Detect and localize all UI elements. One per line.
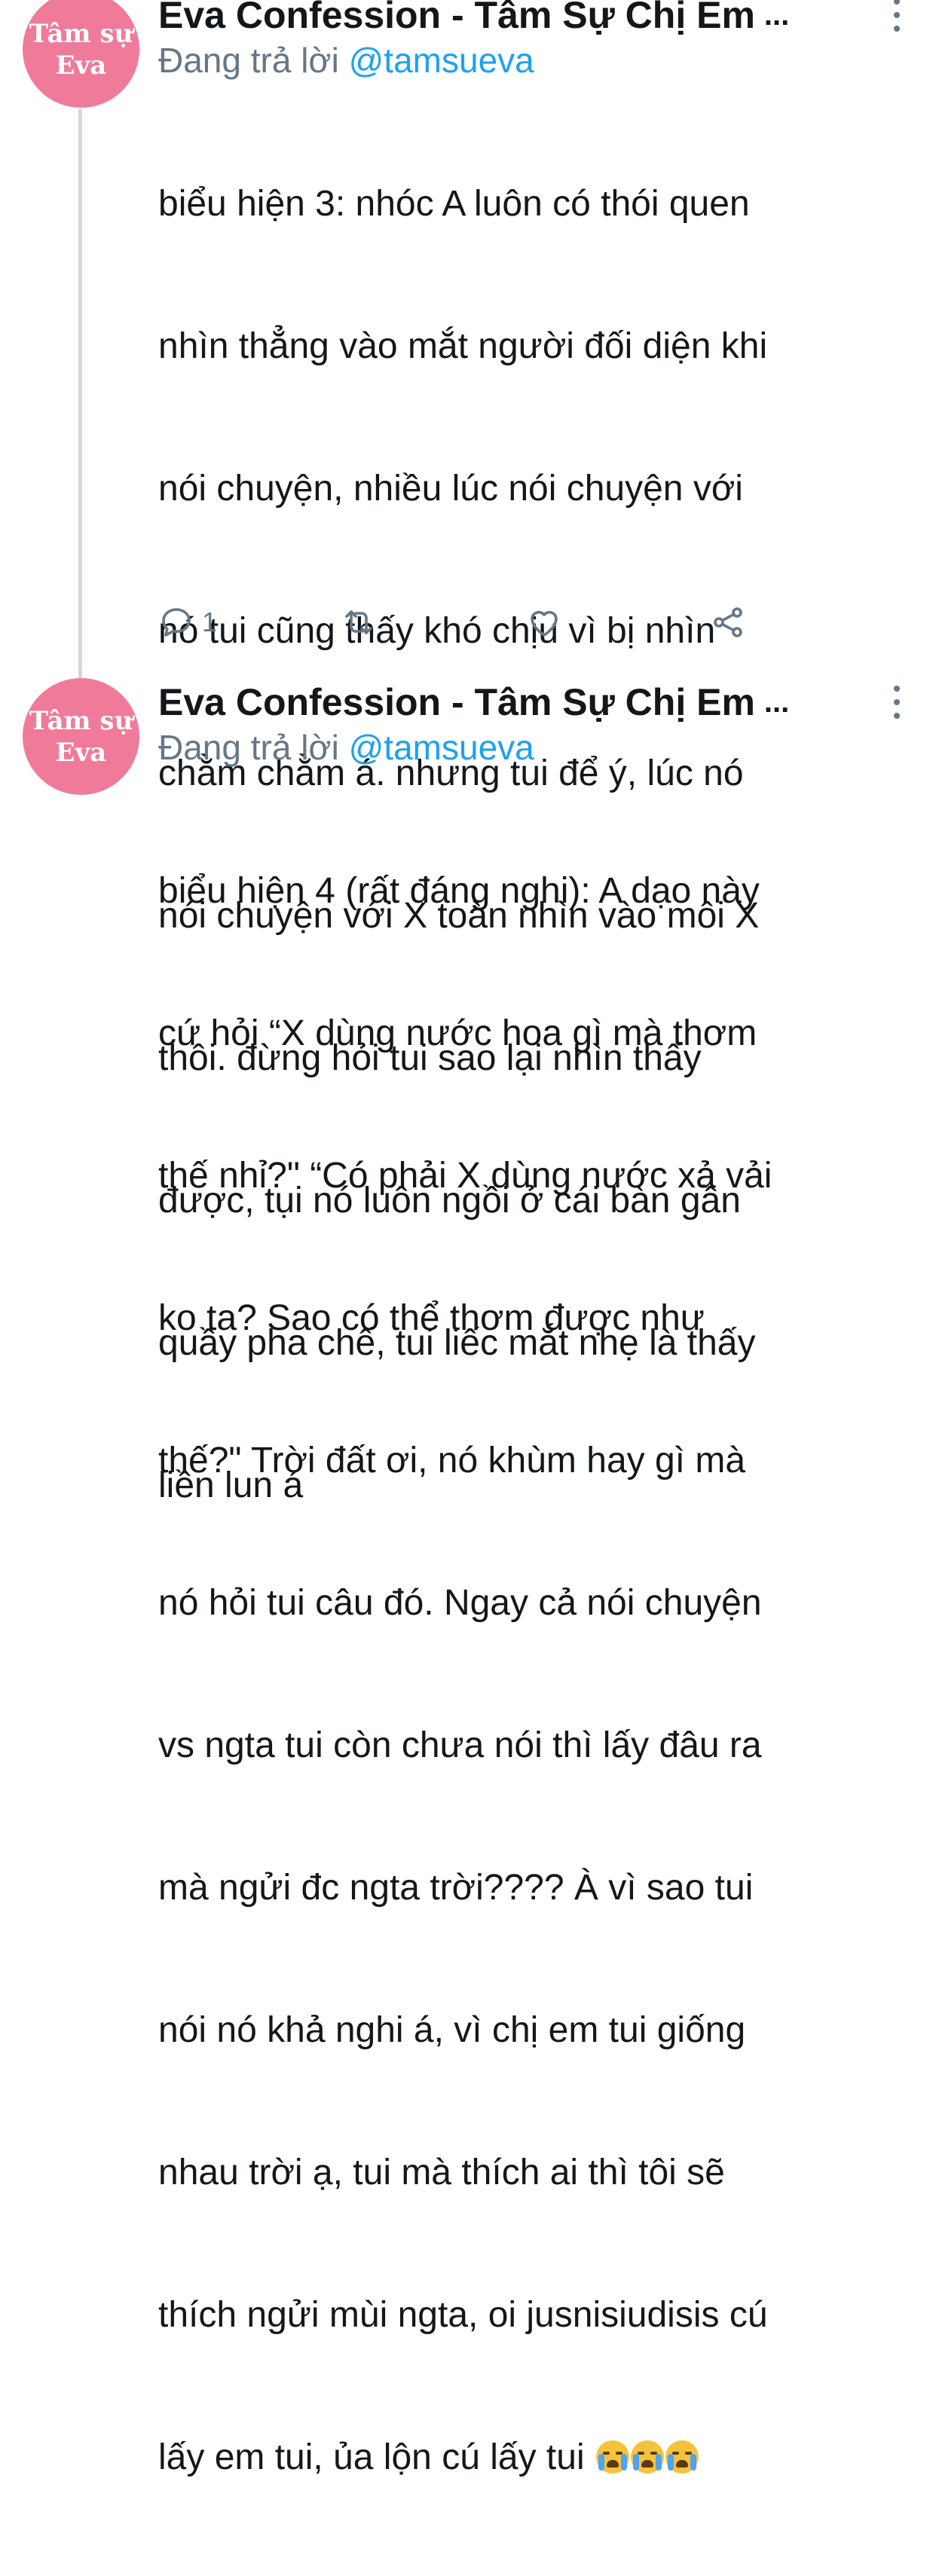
avatar-text-line1: Tâm sự xyxy=(29,18,133,49)
avatar-text-line1: Tâm sự xyxy=(29,705,133,736)
avatar-text-line2: Eva xyxy=(55,737,107,768)
retweet-icon xyxy=(345,610,372,634)
tweet-line: mà ngửi đc ngta trời???? À vì sao tui xyxy=(158,1868,754,1908)
tweet-line: nói nó khả nghi á, vì chị em tui giống xyxy=(158,2010,746,2050)
tweet-line: biểu hiện 4 (rất đáng nghi): A dạo này xyxy=(158,871,760,911)
name-truncation: ... xyxy=(763,0,790,32)
tweet-line: vs ngta tui còn chưa nói thì lấy đâu ra xyxy=(158,1725,762,1765)
tweet-body: biểu hiện 4 (rất đáng nghi): A dạo này c… xyxy=(158,772,919,2576)
tweet-line: thích ngửi mùi ngta, oi jusnisiudisis cú xyxy=(158,2295,768,2335)
tweet-line: biểu hiện 3: nhóc A luôn có thói quen xyxy=(158,184,750,224)
reply-count: 1 xyxy=(202,607,218,637)
display-name[interactable]: Eva Confession - Tâm Sự Chị Em xyxy=(158,680,755,725)
reply-icon xyxy=(162,608,191,637)
replying-to: Đang trả lời @tamsueva xyxy=(158,725,906,773)
tweet-line: nó hỏi tui câu đó. Ngay cả nói chuyện xyxy=(158,1583,762,1623)
tweet-line-text: lấy em tui, ủa lộn cú lấy tui xyxy=(158,2437,585,2477)
tweet-line: thế nhỉ?" “Có phải X dùng nước xả vải xyxy=(158,1156,772,1196)
like-icon xyxy=(531,610,558,637)
name-truncation: ... xyxy=(763,685,790,719)
thread-connector-line xyxy=(78,109,82,682)
reply-prefix: Đang trả lời xyxy=(158,728,339,767)
retweet-button[interactable] xyxy=(341,601,377,643)
like-button[interactable] xyxy=(526,601,562,643)
tweet-line: thế?" Trời đất ơi, nó khùm hay gì mà xyxy=(158,1441,746,1481)
display-name[interactable]: Eva Confession - Tâm Sự Chị Em xyxy=(158,0,755,38)
avatar[interactable]: Tâm sự Eva xyxy=(23,678,139,795)
reply-prefix: Đang trả lời xyxy=(158,41,339,80)
tweet-line: cứ hỏi “X dùng nước hoa gì mà thơm xyxy=(158,1013,757,1053)
avatar-text-line2: Eva xyxy=(55,50,107,81)
tweet-line: nhìn thẳng vào mắt người đối diện khi xyxy=(158,326,768,366)
reply-handle-link[interactable]: @tamsueva xyxy=(349,728,534,767)
reply-handle-link[interactable]: @tamsueva xyxy=(349,41,534,80)
tweet-line: nhau trời ạ, tui mà thích ai thì tôi sẽ xyxy=(158,2153,725,2193)
tweet-line: lấy em tui, ủa lộn cú lấy tui xyxy=(158,2434,919,2481)
tweet-line: ko ta? Sao có thể thơm được như xyxy=(158,1298,705,1338)
reply-button[interactable]: 1 xyxy=(158,601,217,643)
more-options-icon[interactable] xyxy=(888,0,906,32)
crying-face-emoji-icon xyxy=(630,2440,664,2474)
crying-face-emoji-icon xyxy=(595,2440,629,2474)
share-button[interactable] xyxy=(710,601,746,643)
replying-to: Đang trả lời @tamsueva xyxy=(158,38,906,86)
crying-face-emoji-icon xyxy=(665,2440,699,2474)
tweet-line: nói chuyện, nhiều lúc nói chuyện với xyxy=(158,469,743,509)
share-icon xyxy=(714,607,742,637)
more-options-icon[interactable] xyxy=(888,686,906,719)
tweet-actions: 1 xyxy=(158,601,761,643)
avatar[interactable]: Tâm sự Eva xyxy=(23,0,139,108)
